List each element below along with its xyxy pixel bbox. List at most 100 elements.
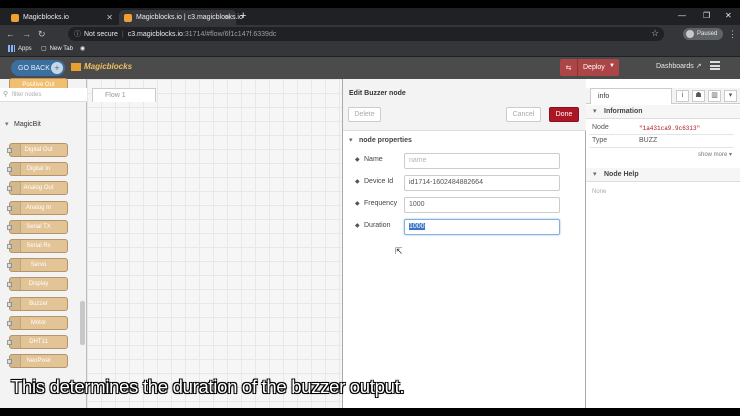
url-input[interactable]: ⓘ Not secure | c3.magicblocks.io :31714/… [68, 27, 664, 41]
device-id-input[interactable]: id1714-1602484882664 [404, 175, 560, 191]
go-back-button[interactable]: GO BACK + [11, 60, 65, 76]
node-icon [10, 240, 21, 252]
section-label: node properties [359, 137, 412, 144]
palette-node-display[interactable]: Display [7, 277, 68, 291]
new-tab-icon[interactable]: + [240, 10, 246, 22]
tab-info[interactable]: info [590, 88, 672, 104]
forward-arrow-icon[interactable]: → [22, 29, 31, 39]
deploy-button[interactable]: ⇆ Deploy ▼ [560, 59, 619, 76]
info-icon[interactable]: ⓘ [74, 29, 81, 39]
duration-row: Duration 1000 [355, 219, 575, 235]
palette-node-motor[interactable]: Motor [7, 316, 68, 330]
node-help-text: None [592, 189, 607, 195]
palette-node-analog-out[interactable]: Analog Out [7, 181, 68, 195]
node-icon [10, 317, 21, 329]
info-value: "1a431ca9.9c6313" [639, 125, 701, 132]
name-input[interactable]: name [404, 153, 560, 169]
back-arrow-icon[interactable]: ← [6, 29, 15, 39]
deploy-label: Deploy [583, 64, 605, 71]
filter-placeholder: filter nodes [12, 92, 42, 98]
address-bar: ← → ↻ ⓘ Not secure | c3.magicblocks.io :… [0, 25, 740, 43]
palette-node-label: Servo [30, 262, 47, 268]
go-back-label: GO BACK [18, 64, 50, 72]
profile-button[interactable]: Paused [683, 28, 723, 40]
duration-label: Duration [355, 222, 390, 229]
delete-button[interactable]: Delete [348, 107, 381, 122]
palette-node-neopixel[interactable]: NeoPixel [7, 354, 68, 368]
globe-icon: ◉ [80, 46, 86, 52]
palette-node-serial-rx[interactable]: Serial Rx [7, 239, 68, 253]
close-tab-icon[interactable]: ✕ [224, 13, 231, 22]
plus-icon: + [51, 62, 63, 74]
show-more-link[interactable]: show more ▾ [698, 151, 732, 158]
palette-node-label: Serial Rx [26, 243, 51, 249]
info-value: BUZZ [639, 137, 658, 144]
palette-category-magicbit[interactable]: MagicBit [0, 118, 87, 132]
browser-tab-title: Magicblocks.io [23, 14, 69, 21]
tab-flow-1[interactable]: Flow 1 [92, 88, 156, 102]
reload-icon[interactable]: ↻ [38, 29, 46, 40]
palette-node-digital-out[interactable]: Digital Out [7, 143, 68, 157]
table-row: Type BUZZ [589, 135, 734, 148]
node-icon [10, 336, 21, 348]
frequency-input[interactable]: 1000 [404, 197, 560, 213]
url-path: :31714/#flow/6f1c147f.6339dc [182, 30, 277, 38]
browser-menu-icon[interactable]: ⋮ [728, 29, 737, 40]
browser-tab-1[interactable]: Magicblocks.io ✕ [6, 10, 118, 25]
category-label: MagicBit [14, 121, 41, 128]
restore-icon[interactable]: ❐ [703, 11, 710, 20]
main-menu-icon[interactable] [710, 61, 720, 70]
browser-tab-2[interactable]: Magicblocks.io | c3.magicblocks.io ✕ [119, 10, 243, 25]
duration-input[interactable]: 1000 [404, 219, 560, 235]
palette-node-serial-tx[interactable]: Serial TX [7, 220, 68, 234]
minimize-icon[interactable]: — [678, 11, 686, 20]
chevron-down-icon[interactable]: ▼ [609, 63, 615, 69]
show-more-label: show more [698, 152, 728, 158]
dashboard-chart-icon[interactable]: ▥ [708, 90, 721, 102]
palette-node-buzzer[interactable]: Buzzer [7, 297, 68, 311]
app-header: GO BACK + Magicblocks ⇆ Deploy ▼ Dashboa… [0, 57, 740, 79]
palette-node-digital-in[interactable]: Digital In [7, 162, 68, 176]
info-icon[interactable]: i [676, 90, 689, 102]
debug-icon[interactable]: ☗ [692, 90, 705, 102]
palette-node-label: Display [28, 281, 49, 287]
chevron-down-icon[interactable]: ▾ [724, 90, 737, 102]
information-heading: Information [604, 108, 643, 115]
palette-node-dht11[interactable]: DHT11 [7, 335, 68, 349]
url-separator: | [121, 30, 124, 38]
flow-workspace[interactable]: Flow 1 [87, 79, 342, 408]
palette-scrollbar[interactable] [80, 301, 85, 345]
cancel-button[interactable]: Cancel [506, 107, 541, 122]
close-tab-icon[interactable]: ✕ [106, 13, 113, 22]
security-label: Not secure [84, 30, 118, 38]
bookmark-globe[interactable]: ◉ [80, 45, 85, 52]
logo-text: Magicblocks [84, 62, 133, 71]
palette-node-servo[interactable]: Servo [7, 258, 68, 272]
browser-tab-strip: Magicblocks.io ✕ Magicblocks.io | c3.mag… [0, 8, 740, 25]
node-help-heading: Node Help [604, 171, 639, 178]
bookmarks-bar: Apps ▢ New Tab ◉ [0, 43, 740, 57]
palette-node-label: Motor [30, 320, 47, 326]
bookmark-star-icon[interactable]: ☆ [651, 28, 659, 39]
palette-node-label: Serial TX [26, 224, 51, 230]
bookmark-new-tab[interactable]: ▢ New Tab [41, 45, 73, 53]
information-header[interactable]: Information [586, 105, 740, 119]
node-properties-section[interactable]: node properties [343, 132, 586, 149]
filter-nodes-input[interactable]: filter nodes [0, 88, 87, 102]
duration-selected-value: 1000 [409, 223, 425, 230]
dashboards-link[interactable]: Dashboards ↗ [656, 62, 702, 70]
node-icon [10, 278, 21, 290]
name-label: Name [355, 156, 383, 163]
palette-node-label: Digital In [26, 166, 51, 172]
window-close-icon[interactable]: ✕ [725, 11, 732, 20]
done-button[interactable]: Done [549, 107, 579, 122]
node-icon [10, 202, 21, 214]
frequency-label: Frequency [355, 200, 397, 207]
palette-node-analog-in[interactable]: Analog In [7, 201, 68, 215]
bookmark-apps[interactable]: Apps [8, 45, 32, 52]
magicblocks-logo-icon [71, 62, 81, 71]
palette-node-label: Analog In [25, 205, 52, 211]
tray-title: Edit Buzzer node [349, 90, 406, 97]
node-help-header[interactable]: Node Help [586, 168, 740, 182]
info-key: Node [592, 124, 609, 131]
